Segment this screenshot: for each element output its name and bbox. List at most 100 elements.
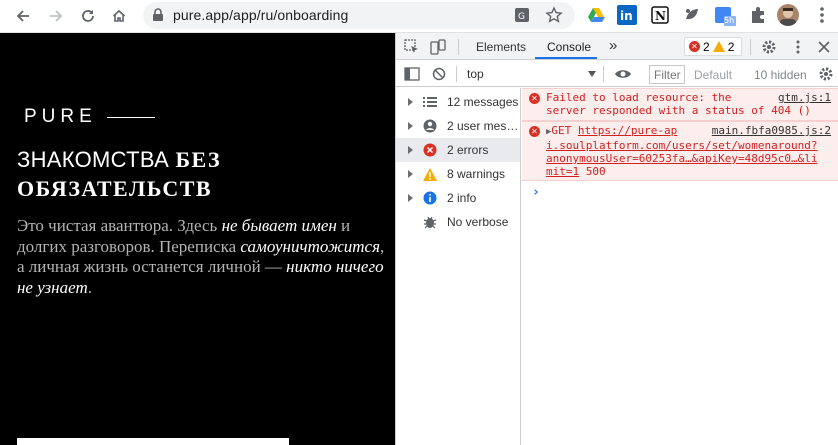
lock-icon bbox=[153, 8, 163, 21]
tab-separator bbox=[458, 39, 459, 55]
log-levels-dropdown[interactable]: Default bbox=[694, 68, 732, 82]
url-text: pure.app/app/ru/onboarding bbox=[173, 7, 349, 23]
message-text: Failed to load resource: the server resp… bbox=[546, 91, 811, 117]
inspect-element-button[interactable] bbox=[403, 38, 421, 56]
request-method: GET bbox=[551, 124, 572, 137]
chevron-right-icon bbox=[408, 98, 413, 106]
puzzle-extensions-icon[interactable] bbox=[748, 5, 768, 25]
clear-console-button[interactable] bbox=[430, 65, 448, 83]
console-error-message[interactable]: ✕ ▶GET https://pure-ap i.soulplatform.co… bbox=[522, 121, 838, 181]
chevron-right-icon bbox=[408, 146, 413, 154]
message-line-1: Failed to load resource: the bbox=[546, 91, 732, 104]
page-headline: ЗНАКОМСТВА БЕЗ ОБЯЗАТЕЛЬСТВ bbox=[17, 145, 387, 203]
sidebar-item-label: No verbose bbox=[447, 215, 509, 229]
hidden-count: 10 hidden bbox=[754, 68, 807, 82]
sidebar-item-info[interactable]: 2 info bbox=[396, 186, 520, 210]
close-devtools-button[interactable] bbox=[815, 38, 833, 56]
linkedin-icon[interactable]: in bbox=[617, 5, 637, 25]
reload-icon bbox=[82, 10, 94, 22]
request-url-part3[interactable]: anonymousUser=60253fa…&apiKey=48d95c0…&l… bbox=[546, 152, 818, 165]
console-settings-button[interactable] bbox=[817, 65, 835, 83]
chevron-right-icon bbox=[408, 194, 413, 202]
onboarding-page: PURE ЗНАКОМСТВА БЕЗ ОБЯЗАТЕЛЬСТВ Это чис… bbox=[0, 33, 395, 445]
gear-icon bbox=[819, 67, 833, 81]
headline-part3: ОБЯЗАТЕЛЬСТВ bbox=[17, 176, 213, 201]
avatar-icon bbox=[780, 8, 796, 26]
svg-text:N: N bbox=[655, 9, 666, 23]
forward-button[interactable] bbox=[44, 4, 68, 28]
sidebar-item-user-messages[interactable]: 2 user messages bbox=[396, 114, 520, 138]
svg-text:G: G bbox=[518, 12, 525, 22]
user-icon bbox=[423, 119, 437, 133]
svg-text:in: in bbox=[620, 9, 633, 23]
warning-icon bbox=[712, 41, 725, 52]
extension-leaf-icon[interactable] bbox=[682, 5, 702, 25]
info-icon bbox=[423, 191, 437, 205]
warning-count: 2 bbox=[727, 39, 735, 54]
sidebar-item-label: 8 warnings bbox=[447, 167, 506, 181]
error-icon: ✕ bbox=[529, 93, 540, 104]
clear-icon bbox=[432, 67, 446, 81]
console-error-message[interactable]: ✕ Failed to load resource: the server re… bbox=[522, 88, 838, 121]
reload-button[interactable] bbox=[76, 4, 100, 28]
devtools-menu-button[interactable] bbox=[789, 38, 807, 56]
error-count: 2 bbox=[703, 39, 710, 54]
device-toolbar-button[interactable] bbox=[429, 38, 447, 56]
home-button[interactable] bbox=[107, 4, 131, 28]
lead-text-1: Это чистая авантюра. Здесь bbox=[17, 216, 222, 235]
toggle-sidebar-button[interactable] bbox=[403, 65, 421, 83]
more-tabs-button[interactable]: » bbox=[609, 37, 617, 54]
settings-button[interactable] bbox=[760, 38, 778, 56]
sidebar-item-errors[interactable]: 2 errors bbox=[396, 138, 520, 162]
headline-part2: БЕЗ bbox=[175, 147, 222, 172]
browser-menu-icon[interactable] bbox=[812, 5, 832, 25]
error-icon: ✕ bbox=[529, 126, 540, 137]
message-source-link[interactable]: gtm.js:1 bbox=[778, 91, 831, 104]
request-url-part4[interactable]: mit=1 bbox=[546, 165, 579, 178]
profile-avatar[interactable] bbox=[777, 4, 799, 26]
kebab-menu-icon bbox=[796, 40, 800, 54]
back-button[interactable] bbox=[11, 4, 35, 28]
live-expression-button[interactable] bbox=[614, 65, 632, 83]
sidebar-item-label: 2 user messages bbox=[447, 119, 520, 133]
filter-input[interactable]: Filter bbox=[649, 65, 685, 84]
request-url-part1[interactable]: https://pure-ap bbox=[578, 124, 677, 137]
extension-calendar[interactable]: 5h bbox=[714, 5, 736, 26]
extension-badge: 5h bbox=[724, 16, 735, 25]
request-url-part2[interactable]: i.soulplatform.com/users/set/womenaround… bbox=[546, 139, 818, 152]
sidebar-item-messages[interactable]: 12 messages bbox=[396, 90, 520, 114]
arrow-left-icon bbox=[16, 10, 29, 22]
headline-part1: ЗНАКОМСТВА bbox=[17, 147, 170, 172]
lead-text-4: . bbox=[87, 277, 92, 297]
lead-emphasis-2: самоуничтожится bbox=[240, 236, 380, 256]
issues-counter[interactable]: ✕ 2 2 bbox=[684, 37, 742, 56]
arrow-right-icon bbox=[50, 10, 63, 22]
console-prompt[interactable]: › bbox=[532, 185, 540, 200]
bookmark-star-icon[interactable] bbox=[545, 6, 563, 24]
chevron-right-icon bbox=[408, 122, 413, 130]
sidebar-item-verbose[interactable]: No verbose bbox=[396, 210, 520, 234]
console-sidebar: 12 messages 2 user messages 2 errors 8 w… bbox=[396, 88, 521, 445]
chevron-down-icon bbox=[588, 71, 596, 77]
message-source-link[interactable]: main.fbfa0985.js:2 bbox=[712, 124, 831, 137]
sidebar-item-warnings[interactable]: 8 warnings bbox=[396, 162, 520, 186]
eye-icon bbox=[615, 70, 631, 78]
device-icon bbox=[430, 39, 446, 55]
cta-button[interactable] bbox=[17, 438, 289, 445]
console-output: ✕ Failed to load resource: the server re… bbox=[522, 88, 838, 445]
tab-elements[interactable]: Elements bbox=[476, 40, 526, 54]
notion-icon[interactable]: N bbox=[650, 5, 670, 25]
google-drive-icon[interactable] bbox=[586, 5, 606, 25]
lead-emphasis-1: не бывает имен bbox=[221, 216, 337, 235]
address-bar[interactable]: pure.app/app/ru/onboarding G bbox=[143, 2, 575, 29]
logo-divider bbox=[106, 116, 155, 118]
sidebar-item-label: 2 info bbox=[447, 191, 477, 205]
tab-console[interactable]: Console bbox=[547, 40, 591, 54]
translate-icon[interactable]: G bbox=[514, 7, 530, 23]
logo-text: PURE bbox=[24, 106, 97, 127]
context-select[interactable]: top bbox=[467, 67, 484, 81]
devtools-panel: Elements Console » ✕ 2 2 top Filter Defa… bbox=[395, 33, 838, 445]
sidebar-item-label: 2 errors bbox=[447, 143, 489, 157]
list-icon bbox=[423, 95, 437, 109]
inspect-cursor-icon bbox=[404, 39, 418, 53]
